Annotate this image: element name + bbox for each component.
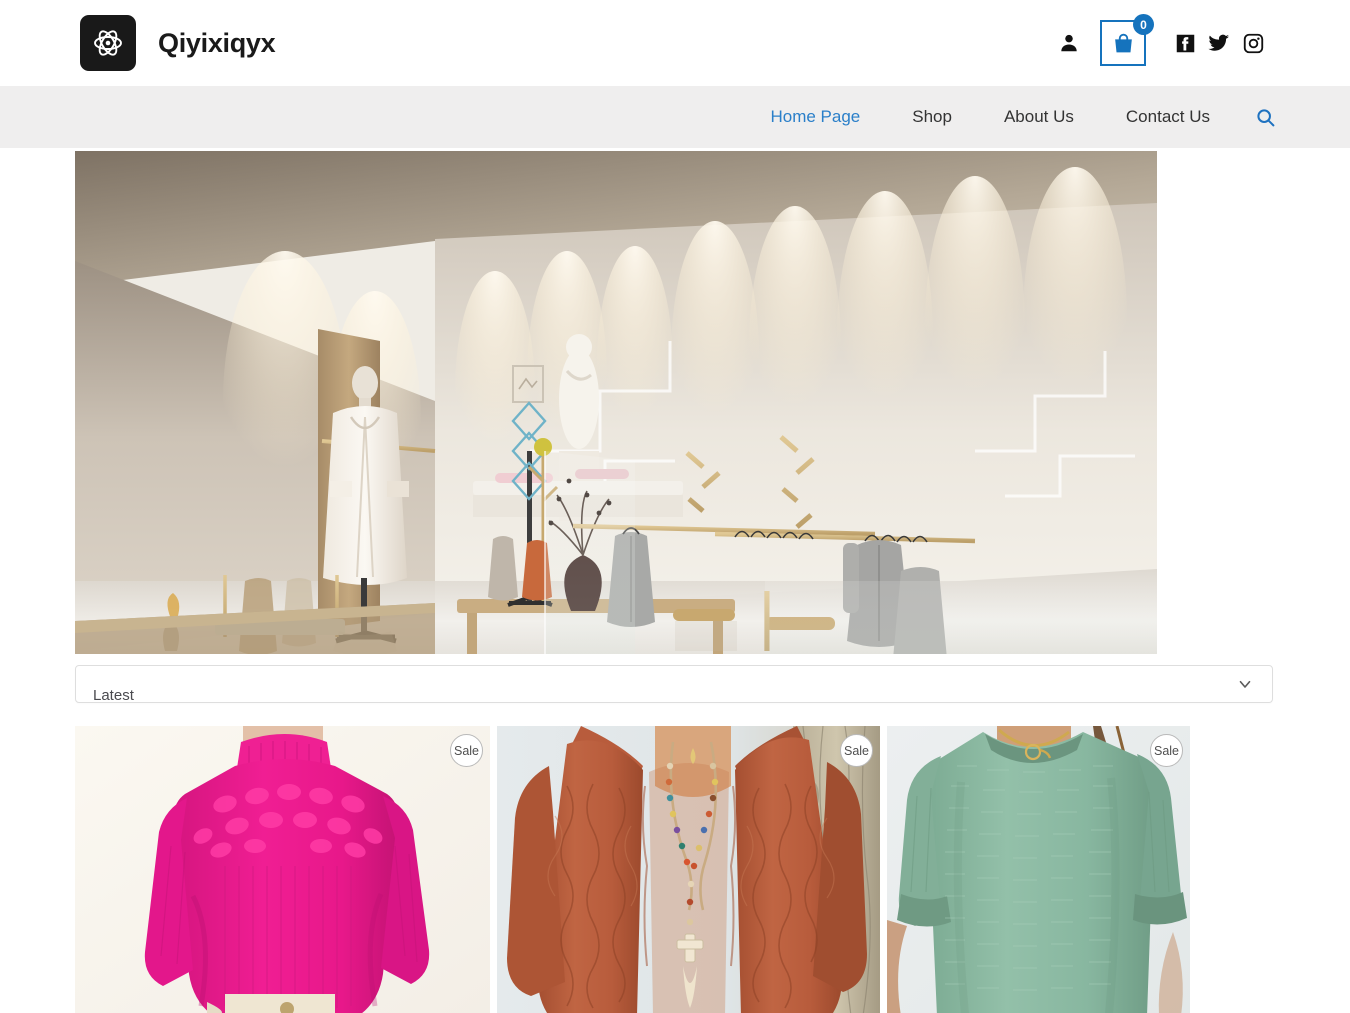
cart-count-badge: 0 [1133, 14, 1154, 35]
hero-banner-image[interactable] [75, 151, 1157, 654]
sort-select[interactable]: Latest [75, 665, 1273, 703]
header-icon-group: 0 [1048, 14, 1270, 66]
nav-item-contact-us[interactable]: Contact Us [1100, 107, 1236, 127]
product-card[interactable]: Sale [887, 726, 1190, 1013]
sale-badge: Sale [840, 734, 873, 767]
twitter-icon[interactable] [1202, 26, 1236, 60]
person-icon[interactable] [1048, 22, 1090, 64]
product-grid: Sale Sale Sale [75, 726, 1190, 1013]
cart-button[interactable]: 0 [1100, 14, 1154, 66]
brand-name: Qiyixiqyx [158, 27, 276, 58]
search-icon[interactable] [1252, 104, 1278, 130]
nav-item-shop[interactable]: Shop [886, 107, 978, 127]
atom-flower-logo-icon [80, 15, 136, 71]
sort-row: Latest [0, 654, 1350, 703]
product-card[interactable]: Sale [497, 726, 880, 1013]
nav-item-home-page[interactable]: Home Page [744, 107, 886, 127]
sale-badge: Sale [450, 734, 483, 767]
instagram-icon[interactable] [1236, 26, 1270, 60]
chevron-down-icon [1236, 675, 1254, 693]
brand-logo-link[interactable]: Qiyixiqyx [80, 15, 276, 71]
main-navigation: Home Page Shop About Us Contact Us [0, 86, 1350, 148]
facebook-icon[interactable] [1168, 26, 1202, 60]
sale-badge: Sale [1150, 734, 1183, 767]
site-header: Qiyixiqyx 0 [0, 0, 1350, 86]
sort-selected-value: Latest [93, 686, 134, 703]
nav-item-about-us[interactable]: About Us [978, 107, 1100, 127]
product-card[interactable]: Sale [75, 726, 490, 1013]
